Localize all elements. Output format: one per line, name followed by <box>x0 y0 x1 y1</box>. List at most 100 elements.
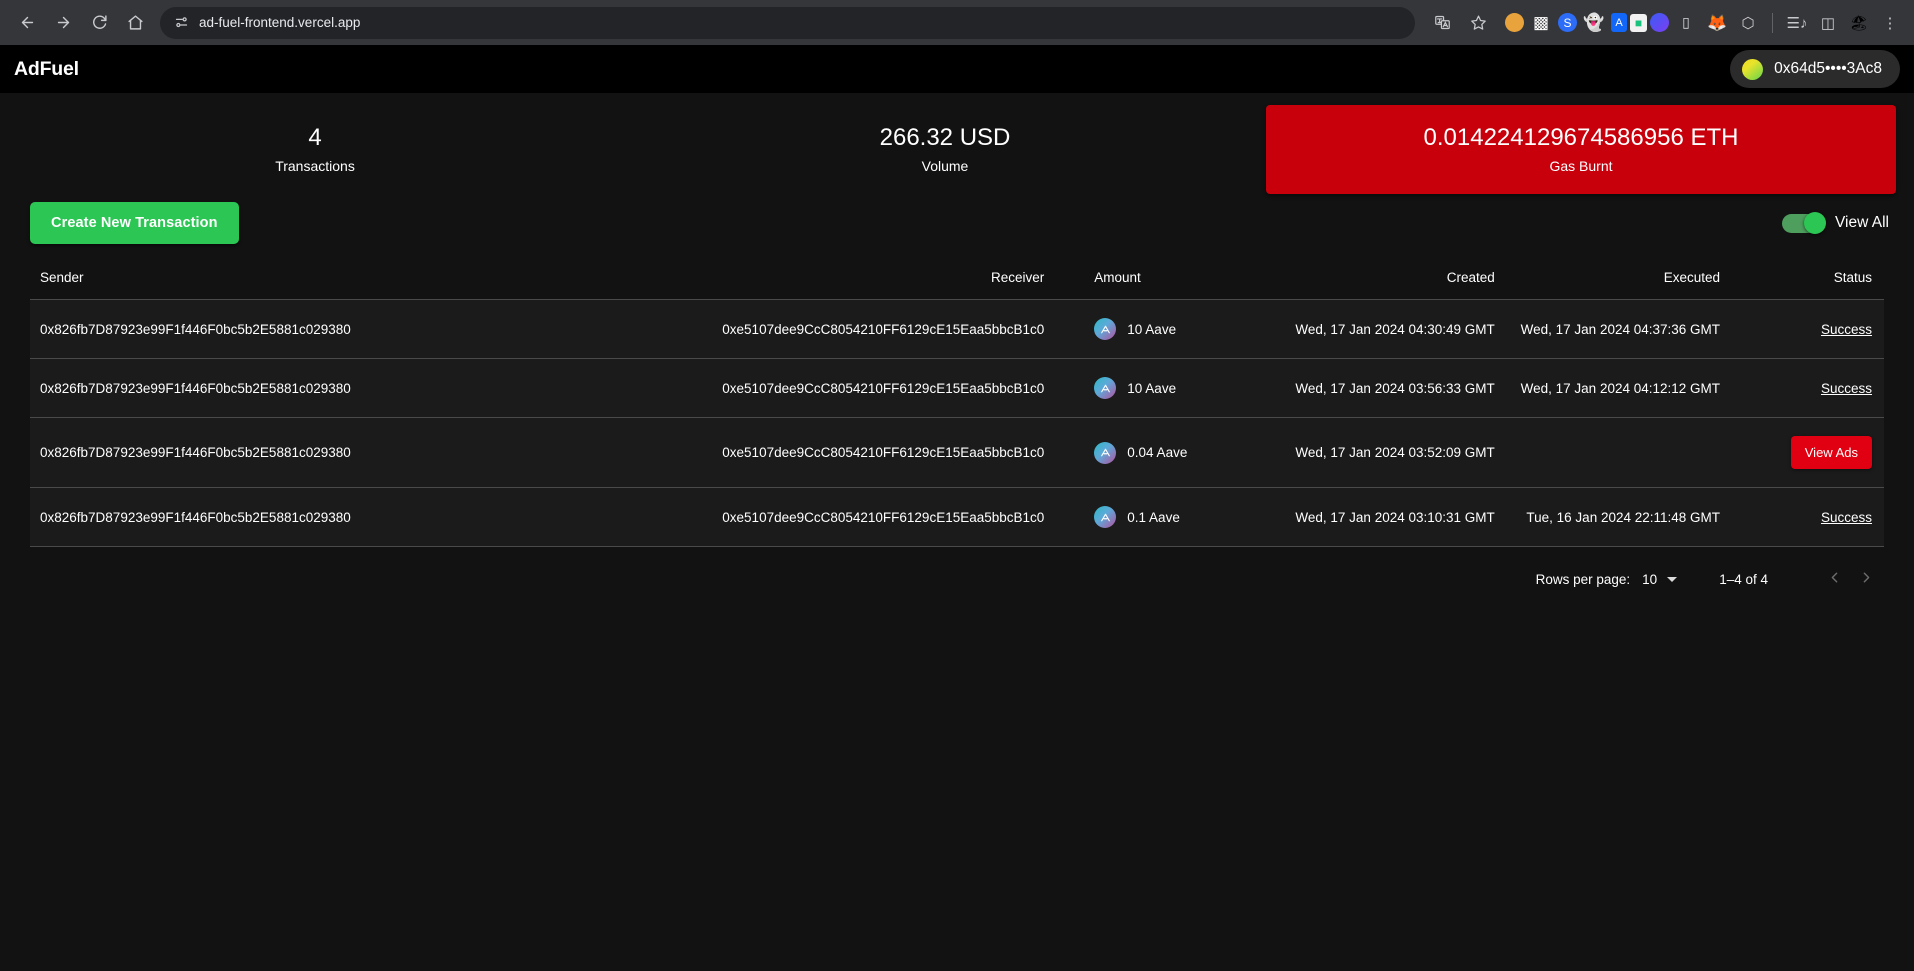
cell-receiver: 0xe5107dee9CcC8054210FF6129cE15Eaa5bbcB1… <box>619 417 1053 488</box>
cell-amount: 10 Aave <box>1052 358 1261 418</box>
column-header-created[interactable]: Created <box>1260 260 1503 300</box>
column-header-receiver[interactable]: Receiver <box>619 260 1053 300</box>
cell-status: Success <box>1728 299 1884 359</box>
column-header-amount[interactable]: Amount <box>1052 260 1261 300</box>
stat-transactions: 4 Transactions <box>0 105 630 194</box>
status-badge[interactable]: Success <box>1821 322 1872 337</box>
cell-receiver: 0xe5107dee9CcC8054210FF6129cE15Eaa5bbcB1… <box>619 358 1053 418</box>
cell-status: View Ads <box>1728 417 1884 488</box>
status-badge[interactable]: Success <box>1821 381 1872 396</box>
table-header-row: Sender Receiver Amount Created Executed … <box>30 260 1884 300</box>
profile-avatar-icon[interactable]: 🏖 <box>1845 9 1873 37</box>
aave-token-icon <box>1094 318 1117 340</box>
three-dot-menu-icon[interactable]: ⋮ <box>1876 9 1904 37</box>
reload-button[interactable] <box>82 6 116 40</box>
wallet-avatar-icon <box>1742 58 1764 80</box>
stat-label: Gas Burnt <box>1549 158 1613 174</box>
stat-gas-burnt: 0.014224129674586956 ETH Gas Burnt <box>1266 105 1896 194</box>
keplr-extension-icon[interactable]: ⬡ <box>1734 9 1762 37</box>
amount-wrapper: 10 Aave <box>1094 377 1252 399</box>
browser-toolbar: ad-fuel-frontend.vercel.app ▩ S 👻 A ■ ▯ … <box>0 0 1914 45</box>
toolbar-divider <box>1772 12 1773 33</box>
wallet-button[interactable]: 0x64d5••••3Ac8 <box>1730 50 1900 88</box>
view-all-switch[interactable] <box>1782 212 1826 234</box>
table-row[interactable]: 0x826fb7D87923e99F1f446F0bc5b2E5881c0293… <box>30 487 1884 547</box>
stat-volume: 266.32 USD Volume <box>630 105 1260 194</box>
table-row[interactable]: 0x826fb7D87923e99F1f446F0bc5b2E5881c0293… <box>30 417 1884 488</box>
extension-icons: ▩ S 👻 A ■ ▯ 🦊 ⬡ ☰♪ ◫ 🏖 ⋮ <box>1497 9 1904 37</box>
cell-executed: Wed, 17 Jan 2024 04:12:12 GMT <box>1502 358 1729 418</box>
table-row[interactable]: 0x826fb7D87923e99F1f446F0bc5b2E5881c0293… <box>30 299 1884 359</box>
pagination: Rows per page: 10 1–4 of 4 <box>0 547 1914 595</box>
cell-receiver: 0xe5107dee9CcC8054210FF6129cE15Eaa5bbcB1… <box>619 299 1053 359</box>
aave-token-icon <box>1094 441 1117 464</box>
blue-swirl-extension-icon[interactable]: S <box>1558 13 1577 32</box>
cookie-extension-icon[interactable] <box>1505 13 1524 32</box>
cell-executed: Wed, 17 Jan 2024 04:37:36 GMT <box>1502 299 1729 359</box>
forward-button[interactable] <box>46 6 80 40</box>
wallet-address-label: 0x64d5••••3Ac8 <box>1774 60 1882 77</box>
stat-value: 4 <box>308 124 322 151</box>
amount-wrapper: 10 Aave <box>1094 318 1252 340</box>
cell-sender: 0x826fb7D87923e99F1f446F0bc5b2E5881c0293… <box>30 299 620 359</box>
aave-token-icon <box>1094 506 1117 528</box>
transactions-table: Sender Receiver Amount Created Executed … <box>30 260 1884 547</box>
cell-sender: 0x826fb7D87923e99F1f446F0bc5b2E5881c0293… <box>30 358 620 418</box>
view-ads-button[interactable]: View Ads <box>1790 436 1872 469</box>
previous-page-button[interactable] <box>1818 563 1850 595</box>
view-all-label: View All <box>1835 214 1889 231</box>
fox-extension-icon[interactable]: 🦊 <box>1703 9 1731 37</box>
chevron-down-icon <box>1667 576 1678 582</box>
stat-label: Volume <box>921 158 969 174</box>
star-icon <box>1470 14 1487 31</box>
amount-label: 10 Aave <box>1127 321 1177 337</box>
table-toolbar: Create New Transaction View All <box>0 194 1914 260</box>
argent-extension-icon[interactable]: A <box>1611 13 1627 32</box>
translate-button[interactable] <box>1425 6 1459 40</box>
cell-sender: 0x826fb7D87923e99F1f446F0bc5b2E5881c0293… <box>30 487 620 547</box>
aave-token-icon <box>1094 377 1117 399</box>
create-new-transaction-button[interactable]: Create New Transaction <box>30 202 239 244</box>
address-bar[interactable]: ad-fuel-frontend.vercel.app <box>160 6 1415 39</box>
cell-amount: 10 Aave <box>1052 299 1261 359</box>
cell-sender: 0x826fb7D87923e99F1f446F0bc5b2E5881c0293… <box>30 417 620 488</box>
playlist-icon[interactable]: ☰♪ <box>1783 9 1811 37</box>
reload-icon <box>91 14 108 31</box>
amount-label: 10 Aave <box>1127 380 1177 396</box>
chevron-right-icon <box>1858 569 1875 589</box>
column-header-executed[interactable]: Executed <box>1502 260 1729 300</box>
green-door-extension-icon[interactable]: ■ <box>1630 13 1647 32</box>
column-header-sender[interactable]: Sender <box>30 260 620 300</box>
qr-code-extension-icon[interactable]: ▩ <box>1527 9 1555 37</box>
home-button[interactable] <box>118 6 152 40</box>
column-header-status[interactable]: Status <box>1728 260 1884 300</box>
switch-knob <box>1804 212 1826 234</box>
next-page-button[interactable] <box>1850 563 1882 595</box>
amount-label: 0.1 Aave <box>1127 509 1180 525</box>
bookmark-button[interactable] <box>1461 6 1495 40</box>
view-all-toggle-group: View All <box>1782 212 1889 234</box>
stat-value: 266.32 USD <box>879 124 1011 151</box>
cell-created: Wed, 17 Jan 2024 03:52:09 GMT <box>1260 417 1503 488</box>
page-title: AdFuel <box>14 57 79 80</box>
ghost-extension-icon[interactable]: 👻 <box>1580 9 1608 37</box>
back-arrow-icon <box>19 14 36 31</box>
rainbow-extension-icon[interactable] <box>1650 13 1669 32</box>
back-button[interactable] <box>10 6 44 40</box>
site-settings-icon[interactable] <box>174 15 189 30</box>
cell-amount: 0.1 Aave <box>1052 487 1261 547</box>
table-body: 0x826fb7D87923e99F1f446F0bc5b2E5881c0293… <box>30 299 1884 547</box>
amount-wrapper: 0.04 Aave <box>1094 441 1252 464</box>
translate-icon <box>1434 14 1451 31</box>
forward-arrow-icon <box>55 14 72 31</box>
status-badge[interactable]: Success <box>1821 510 1872 525</box>
rows-per-page-value: 10 <box>1642 571 1658 587</box>
table-row[interactable]: 0x826fb7D87923e99F1f446F0bc5b2E5881c0293… <box>30 358 1884 418</box>
side-panel-icon[interactable]: ◫ <box>1814 9 1842 37</box>
cell-amount: 0.04 Aave <box>1052 417 1261 488</box>
rows-per-page-select[interactable]: 10 <box>1642 571 1678 587</box>
app-header: AdFuel 0x64d5••••3Ac8 <box>0 45 1914 93</box>
cell-executed: Tue, 16 Jan 2024 22:11:48 GMT <box>1502 487 1729 547</box>
amount-label: 0.04 Aave <box>1127 445 1188 460</box>
wallet-extension-icon[interactable]: ▯ <box>1672 9 1700 37</box>
